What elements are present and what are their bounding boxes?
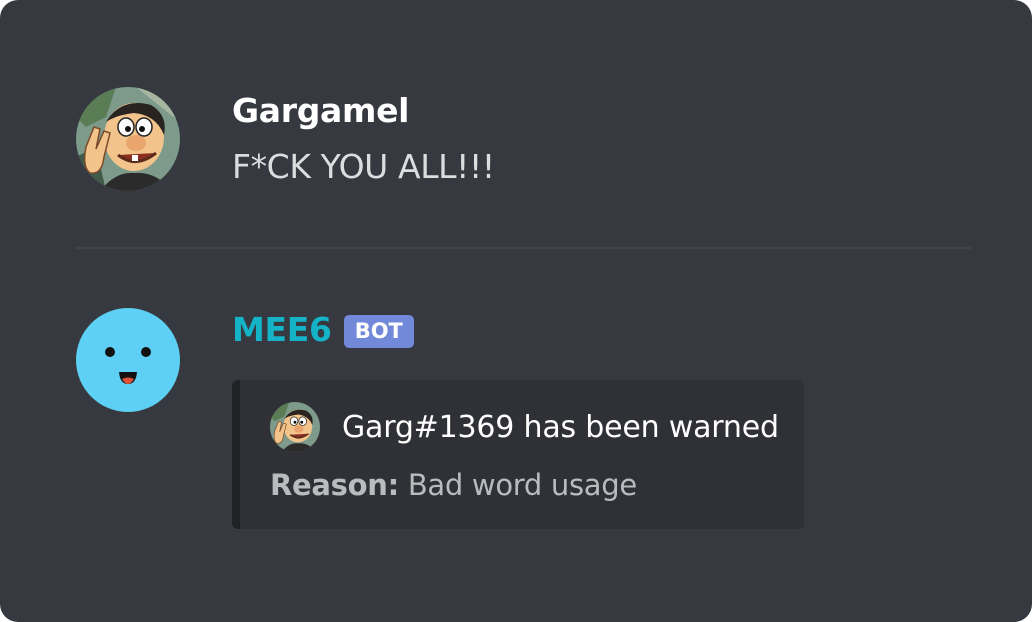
gargamel-avatar-icon[interactable]	[76, 87, 180, 191]
message-divider	[76, 247, 971, 249]
embed-reason-field: Reason: Bad word usage	[270, 468, 637, 502]
author-name[interactable]: Gargamel	[232, 91, 410, 130]
warning-embed: Garg#1369 has been warned Reason: Bad wo…	[232, 380, 804, 529]
gargamel-avatar-icon	[270, 402, 320, 452]
reason-value: Bad word usage	[407, 468, 637, 502]
author-row: MEE6 BOT	[232, 310, 414, 349]
message-content: F*CK YOU ALL!!!	[232, 147, 495, 186]
embed-title: Garg#1369 has been warned	[342, 409, 779, 445]
bot-badge: BOT	[343, 314, 414, 349]
chat-window: Gargamel F*CK YOU ALL!!! MEE6 BOT Garg#1…	[0, 0, 1032, 622]
bot-author-name[interactable]: MEE6	[232, 310, 332, 349]
embed-header: Garg#1369 has been warned	[270, 402, 779, 452]
reason-label: Reason:	[270, 468, 399, 502]
mee6-face-icon[interactable]	[76, 308, 180, 412]
